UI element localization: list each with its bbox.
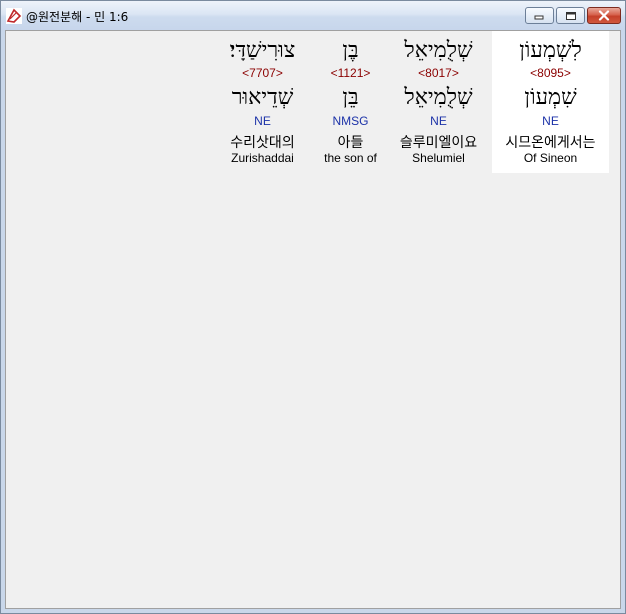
interlinear-panel: לִשְׁמְעוֹן <8095> שִׁמְעוֹן NE 시므온에게서는 … [5,30,621,609]
word-column-4[interactable]: צוּרִישַׁדָּי׃ <7707> שְׁדֵיאוּר NE 수리삿대… [205,31,320,173]
english-gloss: Zurishaddai [231,151,294,165]
morphology-code: NE [254,114,271,128]
hebrew-word: לִשְׁמְעוֹן [519,38,582,63]
window-title: @원전분해 - 민 1:6 [26,10,129,24]
korean-gloss: 수리삿대의 [230,135,295,151]
minimize-button[interactable] [525,7,554,24]
english-gloss: Of Sineon [523,151,578,165]
strong-number[interactable]: <8095> [492,66,609,80]
restore-icon [565,11,576,20]
maximize-button[interactable] [556,7,585,24]
minimize-icon [534,15,544,20]
morphology-code: NE [542,114,559,128]
hebrew-lemma: שְׁדֵיאוּר [231,85,294,110]
title-bar[interactable]: @원전분해 - 민 1:6 [1,1,625,30]
app-window: @원전분해 - 민 1:6 לִשְׁמְעוֹן <8095> שִׁמְעו… [0,0,626,614]
app-icon [6,8,22,24]
korean-gloss: 시므온에게서는 [505,135,596,151]
word-column-1[interactable]: לִשְׁמְעוֹן <8095> שִׁמְעוֹן NE 시므온에게서는 … [492,31,609,173]
hebrew-word: צוּרִישַׁדָּי׃ [229,38,296,63]
strong-number[interactable]: <7707> [205,66,320,80]
hebrew-lemma: שִׁמְעוֹן [524,85,577,110]
close-button[interactable] [587,7,621,24]
close-icon [598,10,610,21]
